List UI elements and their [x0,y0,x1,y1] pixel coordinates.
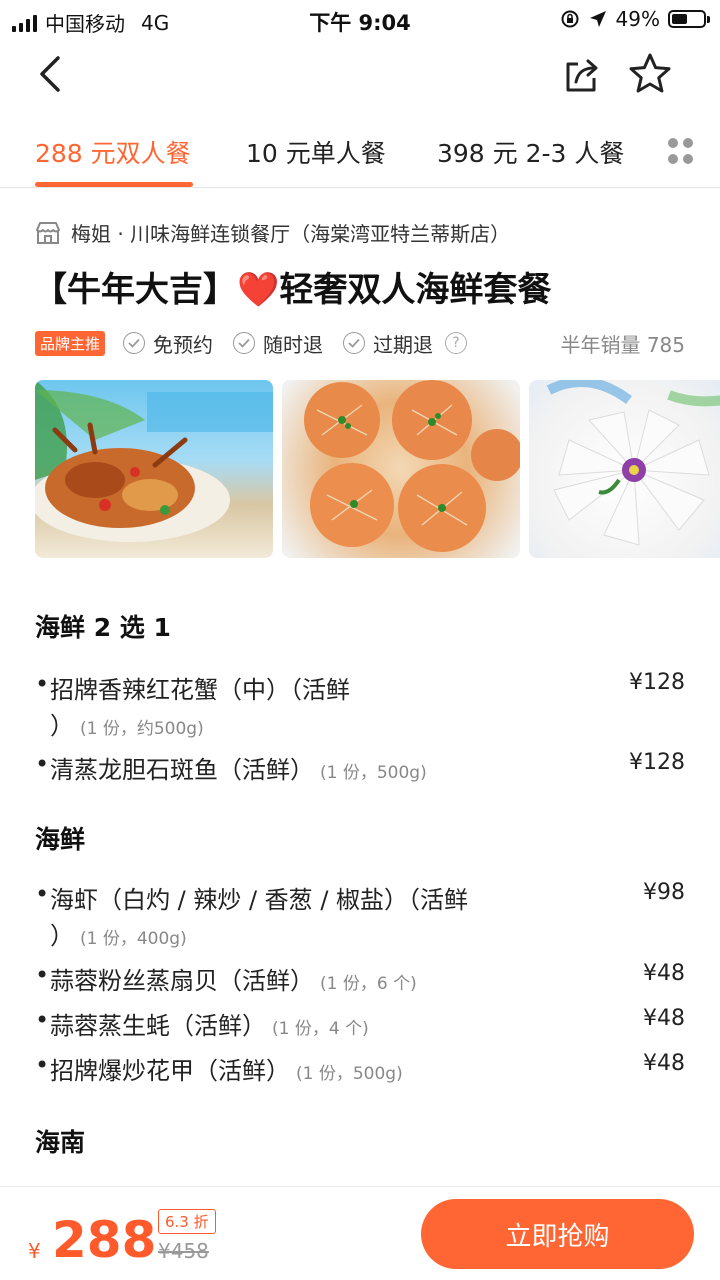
menu-section-title: 海南 [35,1128,86,1157]
title-suffix: 轻奢双人海鲜套餐 [279,270,552,310]
brand-badge: 品牌主推 [35,330,106,356]
bullet: • [35,880,50,908]
tag-no-reservation: 免预约 [123,329,213,358]
status-right: 49% [560,7,710,31]
menu-item-qty: (1 份，6 个) [320,974,417,994]
menu-item-line: 蒜蓉粉丝蒸扇贝（活鲜） (1 份，6 个) [50,961,417,996]
photo-scallops[interactable] [282,380,520,558]
photo-crab[interactable] [35,380,273,558]
active-tab-indicator [35,182,193,187]
share-icon[interactable] [560,52,604,96]
buy-now-button[interactable]: 立即抢购 [421,1199,694,1269]
menu-item-qty: (1 份，4 个) [272,1019,369,1039]
menu-item-line: 招牌爆炒花甲（活鲜） (1 份，500g) [50,1051,403,1086]
menu-item-name-cont: ） [50,712,74,740]
tag-label: 过期退 [373,332,434,357]
tab-288-double[interactable]: 288 元双人餐 [35,134,191,170]
deal-price: 288 [52,1211,157,1269]
menu-item-qty: (1 份，400g) [80,929,187,949]
tag-label: 随时退 [263,332,324,357]
currency-sign: ¥ [28,1239,41,1263]
menu-item-name: 招牌香辣红花蟹（中）（活鲜 [50,676,350,704]
menu-item-qty: (1 份，500g) [296,1064,403,1084]
bullet: • [35,961,50,989]
menu-item-name: 蒜蓉粉丝蒸扇贝（活鲜） [50,967,314,995]
menu-item-price: ¥48 [643,1006,685,1031]
tag-refund-expired: 过期退 [343,329,433,358]
nav-bar [0,38,720,116]
menu-item-price: ¥98 [643,880,685,905]
menu-item-price: ¥48 [643,1051,685,1076]
bullet: • [35,1006,50,1034]
bullet: • [35,1051,50,1079]
tag-label: 免预约 [153,332,214,357]
tag-refund-anytime: 随时退 [233,329,323,358]
purchase-bar: ¥ 288 6.3 折 ¥458 立即抢购 [0,1186,720,1280]
deal-tags: 品牌主推 免预约 随时退 过期退 ? 半年销量 785 [35,328,685,358]
menu-item-cont: ） (1 份，400g) [50,916,187,951]
question-circle-icon[interactable]: ? [445,332,468,354]
menu-item-qty: (1 份，500g) [320,763,427,783]
deal-title: 【牛年大吉】❤️轻奢双人海鲜套餐 [33,262,551,311]
check-circle-icon [123,332,146,354]
menu-item-cont: ） (1 份，约500g) [50,706,204,741]
menu-item-name: 招牌爆炒花甲（活鲜） [50,1057,290,1085]
status-bar: 中国移动 4G 下午 9:04 49% [0,0,720,38]
battery-fill [672,14,687,24]
bullet: • [35,750,50,778]
menu-section-title: 海鲜 [35,825,86,854]
tab-398-group[interactable]: 398 元 2-3 人餐 [437,134,624,170]
store-link[interactable]: 梅姐 · 川味海鲜连锁餐厅（海棠湾亚特兰蒂斯店） [35,218,510,247]
grid-dots-icon[interactable] [668,138,694,164]
original-price: ¥458 [158,1239,209,1263]
menu-item-qty: (1 份，约500g) [80,719,204,739]
check-circle-icon [343,332,366,354]
photo-gallery[interactable] [35,380,720,560]
bullet: • [35,670,50,698]
sales-count: 半年销量 785 [560,332,685,357]
menu-item-price: ¥128 [629,670,685,695]
battery-percent: 49% [615,7,660,31]
chevron-left-icon[interactable] [32,52,72,96]
battery-icon [668,10,710,28]
discount-badge: 6.3 折 [158,1209,216,1234]
tab-10-single[interactable]: 10 元单人餐 [246,134,386,170]
location-icon [589,11,606,27]
store-name: 梅姐 · 川味海鲜连锁餐厅（海棠湾亚特兰蒂斯店） [71,222,511,246]
heart-icon: ❤️ [237,270,280,310]
menu-item-name-cont: ） [50,922,74,950]
star-icon[interactable] [626,50,674,98]
title-prefix: 【牛年大吉】 [33,270,237,310]
photo-dessert[interactable] [529,380,720,558]
menu-item-name: 海虾（白灼 / 辣炒 / 香葱 / 椒盐）（活鲜 [50,886,469,914]
rotation-lock-icon [561,10,579,28]
menu-item-line: 蒜蓉蒸生蚝（活鲜） (1 份，4 个) [50,1006,369,1041]
menu-item-line: 清蒸龙胆石斑鱼（活鲜） (1 份，500g) [50,750,427,785]
menu-item-name: 清蒸龙胆石斑鱼（活鲜） [50,756,314,784]
menu-item-price: ¥48 [643,961,685,986]
package-tabs: 288 元双人餐 10 元单人餐 398 元 2-3 人餐 [0,116,720,188]
menu-section-title: 海鲜 2 选 1 [35,613,171,642]
storefront-icon [36,221,60,244]
check-circle-icon [233,332,256,354]
menu-item-price: ¥128 [629,750,685,775]
menu-item-name: 蒜蓉蒸生蚝（活鲜） [50,1012,266,1040]
